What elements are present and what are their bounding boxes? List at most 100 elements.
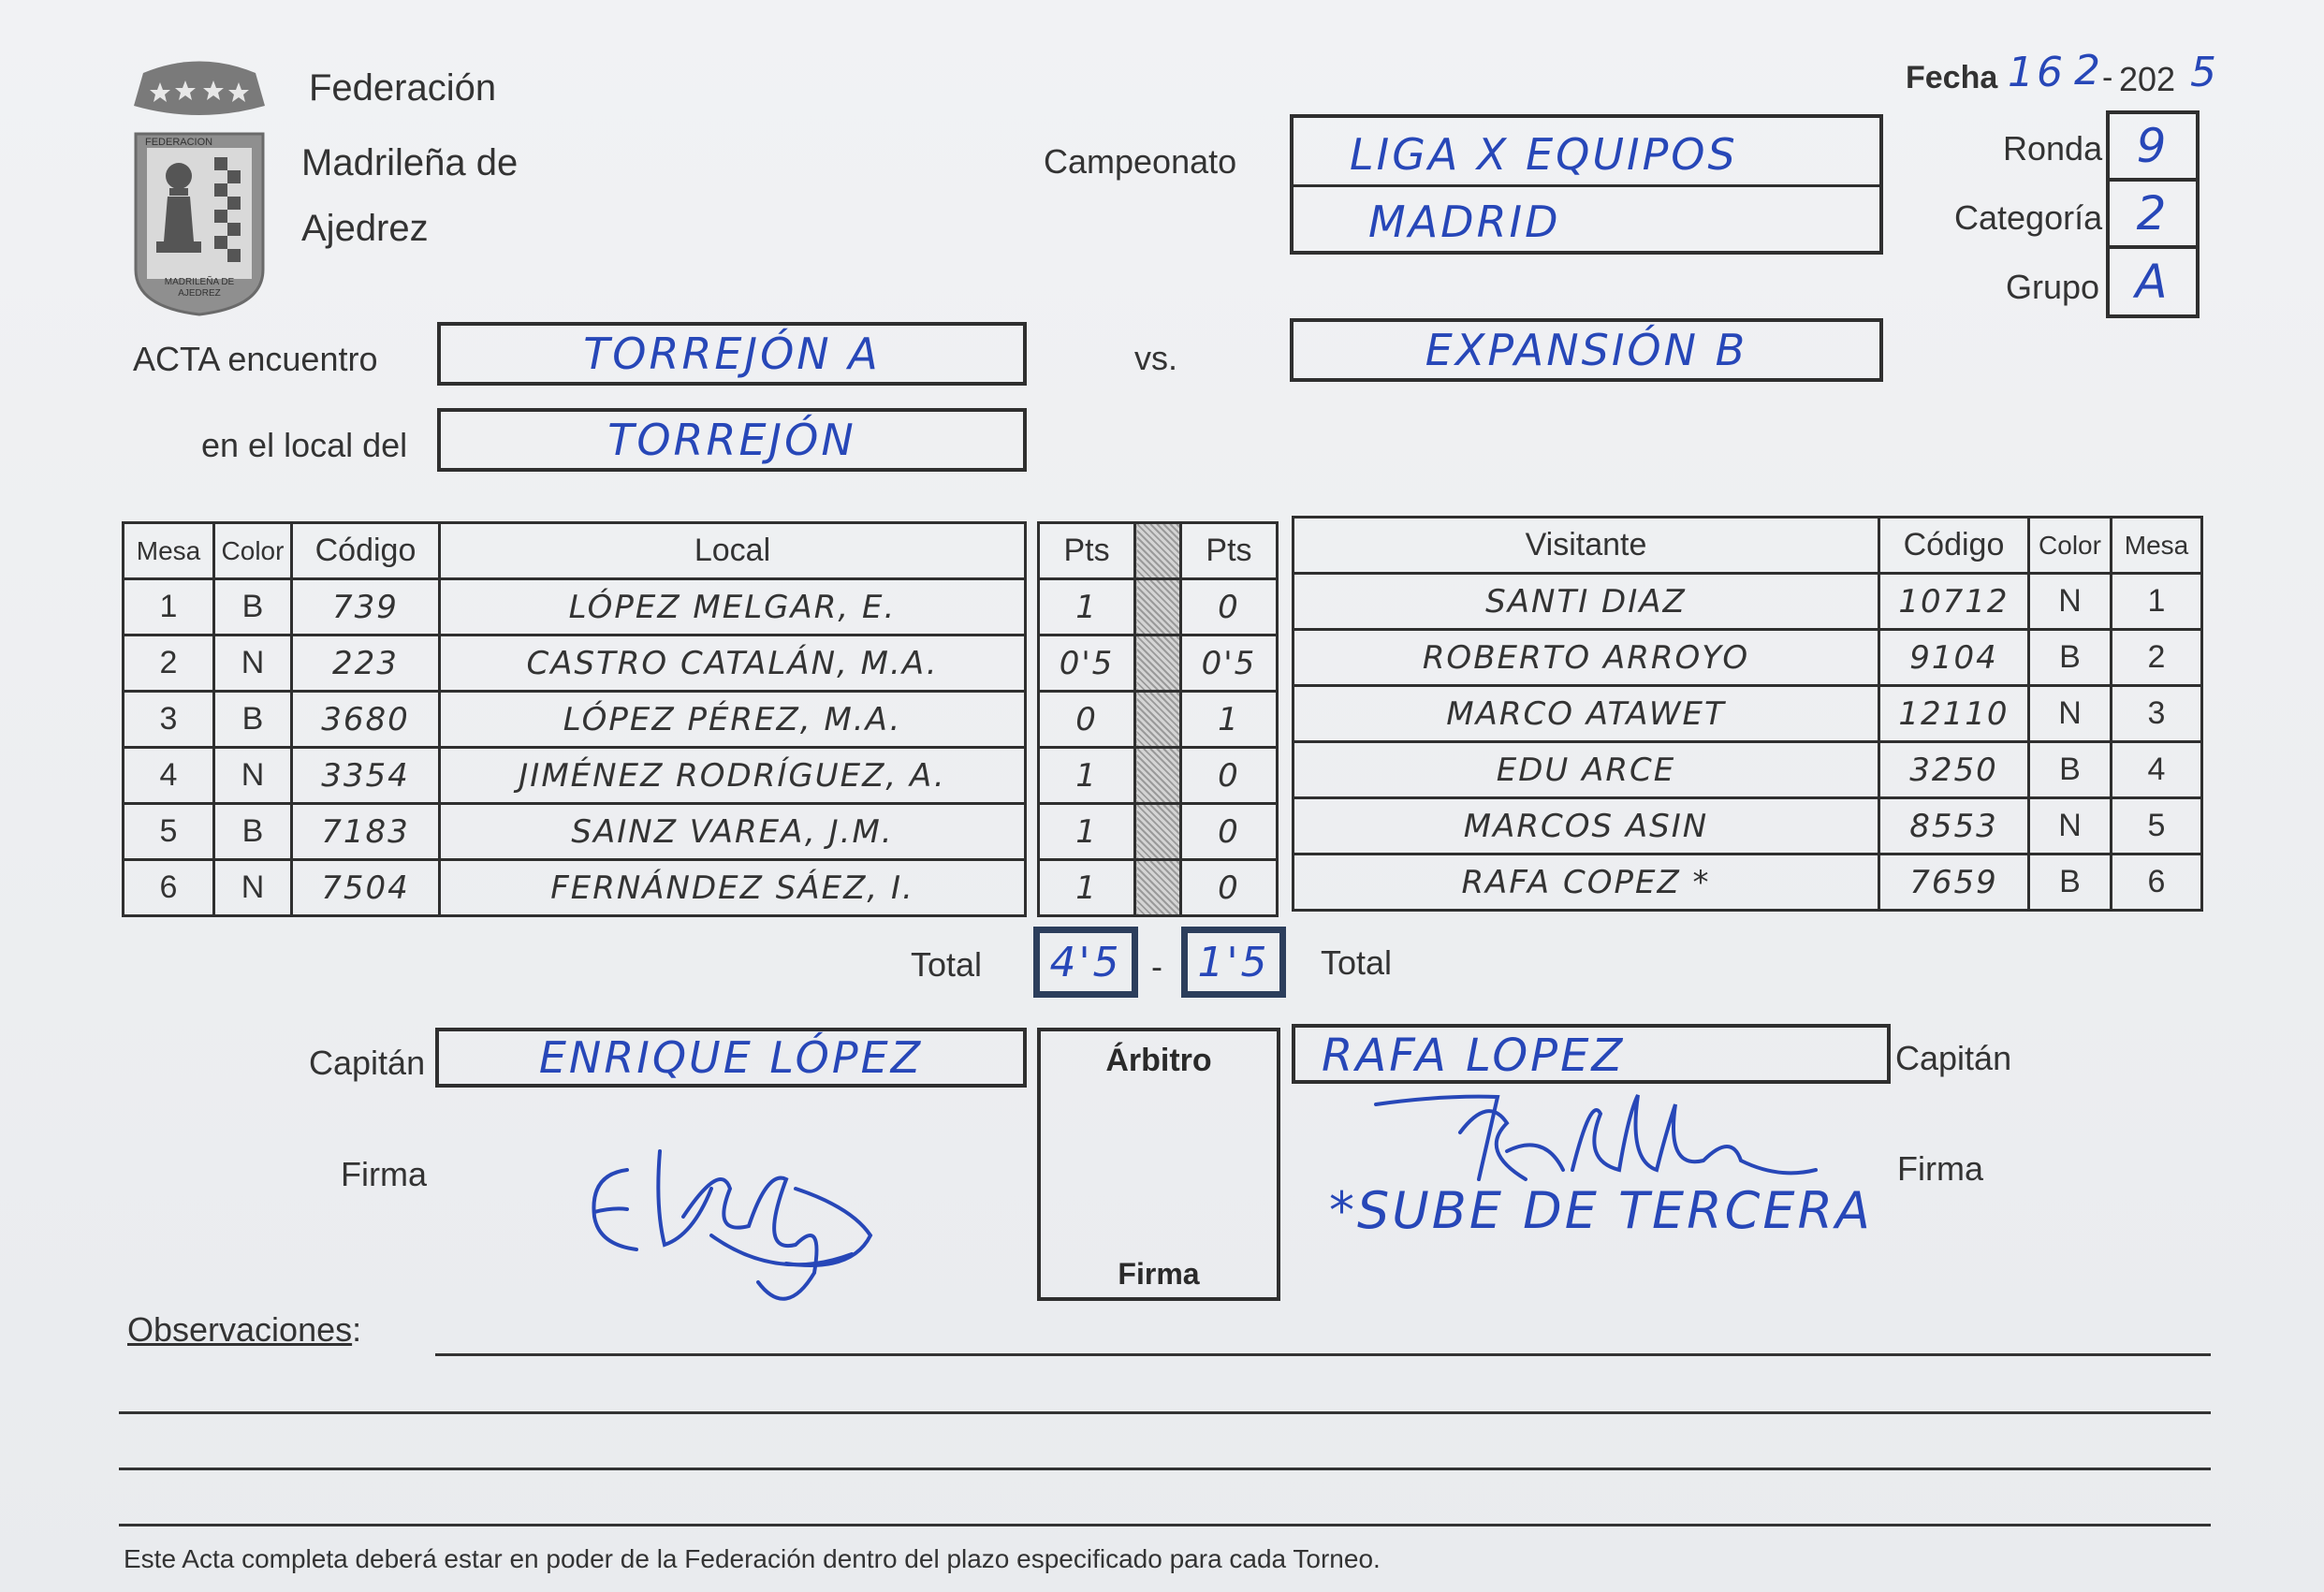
local-player-cell[interactable]: SAINZ VAREA, J.M. — [438, 802, 1027, 861]
local-table: Mesa Color Código Local 1 B 739 LÓPEZ ME… — [122, 521, 1027, 917]
codigo-cell[interactable]: 3680 — [290, 690, 441, 749]
header-color: Color — [212, 521, 293, 580]
mesa-visitor-cell: 6 — [2110, 853, 2203, 912]
visitor-player-cell[interactable]: ROBERTO ARROYO — [1292, 628, 1880, 687]
campeonato-line1[interactable]: LIGA X EQUIPOS — [1350, 129, 1738, 180]
observaciones-line-1[interactable] — [435, 1353, 2211, 1356]
table-row: ROBERTO ARROYO 9104 B 2 — [1292, 628, 2203, 687]
pts-visitor-cell[interactable]: 0'5 — [1178, 634, 1279, 693]
color-cell: N — [212, 634, 293, 693]
federation-logo: FEDERACION MADRILEÑA DE AJEDREZ — [124, 54, 274, 316]
org-name-line1: Federación — [309, 67, 497, 109]
acta-label: ACTA encuentro — [133, 340, 378, 378]
pts-visitor-cell[interactable]: 0 — [1178, 577, 1279, 636]
pts-local-cell[interactable]: 1 — [1036, 746, 1137, 805]
fecha-day[interactable]: 16 — [2008, 49, 2066, 96]
visitor-player-cell[interactable]: MARCO ATAWET — [1292, 684, 1880, 743]
color-visitor-cell: N — [2027, 572, 2112, 631]
arbitro-firma-label: Firma — [1118, 1257, 1200, 1291]
pts-local-cell[interactable]: 1 — [1036, 802, 1137, 861]
vs-label: vs. — [1134, 339, 1178, 377]
fecha-year-prefix: 202 — [2119, 60, 2176, 98]
pts-visitor-cell[interactable]: 0 — [1178, 802, 1279, 861]
visitor-player-cell[interactable]: EDU ARCE — [1292, 740, 1880, 799]
observaciones-line-4[interactable] — [119, 1524, 2211, 1526]
campeonato-line2[interactable]: MADRID — [1368, 197, 1561, 247]
logo-text-bottom: MADRILEÑA DE AJEDREZ — [164, 277, 235, 299]
codigo-visitor-cell[interactable]: 7659 — [1878, 853, 2030, 912]
visitor-player-cell[interactable]: RAFA COPEZ * — [1292, 853, 1880, 912]
total-local-label: Total — [911, 945, 983, 984]
visitor-note[interactable]: *SUBE DE TERCERA — [1329, 1181, 1873, 1240]
codigo-visitor-cell[interactable]: 10712 — [1878, 572, 2030, 631]
pts-visitor-cell[interactable]: 0 — [1178, 858, 1279, 917]
visitor-player-cell[interactable]: MARCOS ASIN — [1292, 796, 1880, 855]
fecha-separator: - — [2102, 60, 2113, 95]
local-team-box[interactable]: TORREJÓN A — [437, 322, 1027, 386]
mesa-visitor-cell: 1 — [2110, 572, 2203, 631]
local-player-cell[interactable]: CASTRO CATALÁN, M.A. — [438, 634, 1027, 693]
mesa-cell: 6 — [122, 858, 215, 917]
table-row: SANTI DIAZ 10712 N 1 — [1292, 572, 2203, 631]
table-row: 0 1 — [1036, 690, 1279, 749]
codigo-visitor-cell[interactable]: 9104 — [1878, 628, 2030, 687]
observaciones-line-3[interactable] — [119, 1468, 2211, 1470]
mesa-cell: 3 — [122, 690, 215, 749]
visitor-team-box[interactable]: EXPANSIÓN B — [1290, 318, 1883, 382]
header-color-visitor: Color — [2027, 516, 2112, 575]
codigo-visitor-cell[interactable]: 12110 — [1878, 684, 2030, 743]
footer-note: Este Acta completa deberá estar en poder… — [124, 1544, 1381, 1573]
captain-local-label: Capitán — [309, 1044, 426, 1082]
ronda-box[interactable]: 9 — [2106, 110, 2200, 182]
codigo-cell[interactable]: 3354 — [290, 746, 441, 805]
local-player-cell[interactable]: LÓPEZ PÉREZ, M.A. — [438, 690, 1027, 749]
points-separator — [1133, 858, 1182, 917]
pts-local-cell[interactable]: 0 — [1036, 690, 1137, 749]
campeonato-divider — [1294, 184, 1879, 187]
table-row: 1 0 — [1036, 858, 1279, 917]
codigo-cell[interactable]: 7183 — [290, 802, 441, 861]
header-codigo-visitor: Código — [1878, 516, 2030, 575]
table-row: MARCO ATAWET 12110 N 3 — [1292, 684, 2203, 743]
codigo-cell[interactable]: 7504 — [290, 858, 441, 917]
total-visitor-value: 1'5 — [1197, 938, 1270, 986]
pts-local-cell[interactable]: 1 — [1036, 858, 1137, 917]
pts-visitor-cell[interactable]: 0 — [1178, 746, 1279, 805]
observaciones-line-2[interactable] — [119, 1411, 2211, 1414]
local-player-cell[interactable]: FERNÁNDEZ SÁEZ, I. — [438, 858, 1027, 917]
captain-local-value: ENRIQUE LÓPEZ — [538, 1032, 924, 1083]
fecha-month[interactable]: 2 — [2074, 47, 2103, 95]
codigo-visitor-cell[interactable]: 3250 — [1878, 740, 2030, 799]
venue-box[interactable]: TORREJÓN — [437, 408, 1027, 472]
color-visitor-cell: N — [2027, 796, 2112, 855]
grupo-box[interactable]: A — [2106, 245, 2200, 318]
total-local-box[interactable]: 4'5 — [1033, 927, 1138, 998]
firma-visitor-label: Firma — [1897, 1149, 1983, 1188]
color-cell: B — [212, 802, 293, 861]
mesa-visitor-cell: 3 — [2110, 684, 2203, 743]
visitor-table-header: Visitante Código Color Mesa — [1292, 516, 2203, 575]
header-visitante: Visitante — [1292, 516, 1880, 575]
codigo-cell[interactable]: 223 — [290, 634, 441, 693]
color-cell: N — [212, 858, 293, 917]
pts-visitor-cell[interactable]: 1 — [1178, 690, 1279, 749]
header-mesa: Mesa — [122, 521, 215, 580]
codigo-visitor-cell[interactable]: 8553 — [1878, 796, 2030, 855]
captain-visitor-box[interactable]: RAFA LOPEZ — [1292, 1024, 1891, 1084]
table-row: 2 N 223 CASTRO CATALÁN, M.A. — [122, 634, 1027, 693]
points-separator — [1133, 690, 1182, 749]
arbitro-box[interactable]: Árbitro Firma — [1037, 1028, 1280, 1301]
visitor-player-cell[interactable]: SANTI DIAZ — [1292, 572, 1880, 631]
local-player-cell[interactable]: LÓPEZ MELGAR, E. — [438, 577, 1027, 636]
total-visitor-label: Total — [1321, 943, 1393, 982]
local-player-cell[interactable]: JIMÉNEZ RODRÍGUEZ, A. — [438, 746, 1027, 805]
captain-local-box[interactable]: ENRIQUE LÓPEZ — [435, 1028, 1027, 1088]
points-table: Pts Pts 1 0 0'5 0'5 0 1 1 0 1 0 1 0 — [1036, 521, 1279, 917]
pts-local-cell[interactable]: 0'5 — [1036, 634, 1137, 693]
fecha-year-digit[interactable]: 5 — [2190, 49, 2219, 96]
pts-local-cell[interactable]: 1 — [1036, 577, 1137, 636]
total-visitor-box[interactable]: 1'5 — [1181, 927, 1286, 998]
categoria-box[interactable]: 2 — [2106, 178, 2200, 249]
codigo-cell[interactable]: 739 — [290, 577, 441, 636]
color-cell: B — [212, 577, 293, 636]
